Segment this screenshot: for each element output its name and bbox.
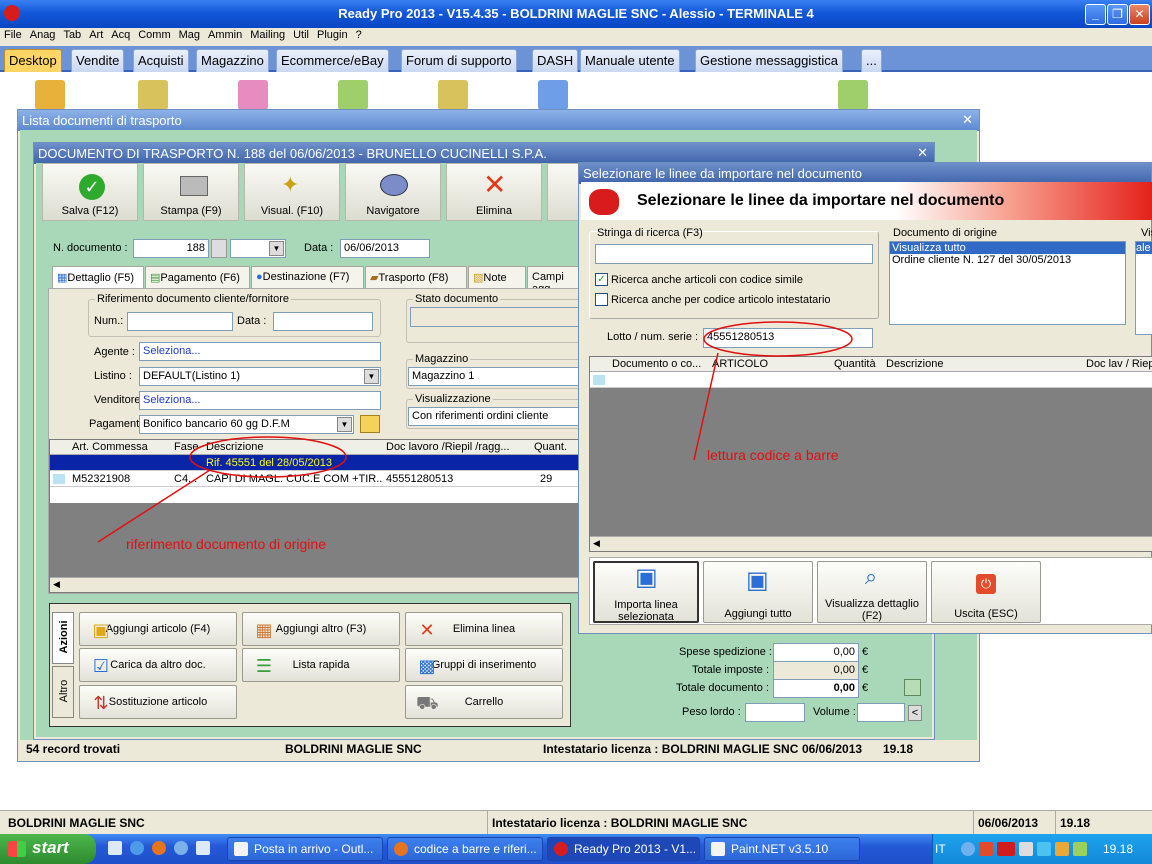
firefox-icon[interactable] [152, 841, 166, 855]
show-desktop-icon[interactable] [108, 841, 122, 855]
annotation-ellipse-barcode [703, 321, 853, 357]
task-firefox[interactable]: codice a barre e riferi... [387, 837, 543, 861]
tray-clock: 19.18 [1103, 842, 1134, 856]
taskbar: start Posta in arrivo - Outl... codice a… [0, 834, 1152, 864]
annotation-barcode-text: lettura codice a barre [707, 447, 839, 463]
annotation-line-barcode [693, 352, 719, 461]
tray-icon-1[interactable] [961, 842, 975, 856]
tray-icon-2[interactable] [979, 842, 993, 856]
firefox-icon [394, 842, 408, 856]
tray-icon-3[interactable] [1055, 842, 1069, 856]
network-icon[interactable] [1037, 842, 1051, 856]
annotation-overlay [97, 321, 853, 543]
task-outlook[interactable]: Posta in arrivo - Outl... [227, 837, 383, 861]
task-paintnet[interactable]: Paint.NET v3.5.10 [704, 837, 860, 861]
paint-icon [711, 842, 725, 856]
annotation-ellipse-origin [189, 436, 347, 478]
task-readypro[interactable]: Ready Pro 2013 - V1... [547, 837, 700, 861]
status-date: 06/06/2013 [974, 811, 1056, 835]
windows-logo-icon [8, 841, 26, 857]
system-tray: IT 19.18 [932, 834, 1152, 864]
annotation-line-origin [97, 469, 211, 543]
status-time: 19.18 [1060, 816, 1091, 830]
status-license: Intestatario licenza : BOLDRINI MAGLIE S… [488, 811, 974, 835]
language-indicator[interactable]: IT [935, 842, 946, 856]
ati-icon[interactable] [997, 842, 1015, 856]
app-icon[interactable] [196, 841, 210, 855]
tray-icon-4[interactable] [1073, 842, 1087, 856]
status-company: BOLDRINI MAGLIE SNC [0, 811, 488, 835]
status-bar: BOLDRINI MAGLIE SNC Intestatario licenza… [0, 810, 1152, 835]
mail-icon [234, 842, 248, 856]
ie-icon[interactable] [130, 841, 144, 855]
start-button[interactable]: start [0, 834, 96, 864]
volume-icon[interactable] [1019, 842, 1033, 856]
media-icon[interactable] [174, 841, 188, 855]
annotation-origin-text: riferimento documento di origine [126, 536, 326, 552]
strawberry-icon [554, 842, 568, 856]
